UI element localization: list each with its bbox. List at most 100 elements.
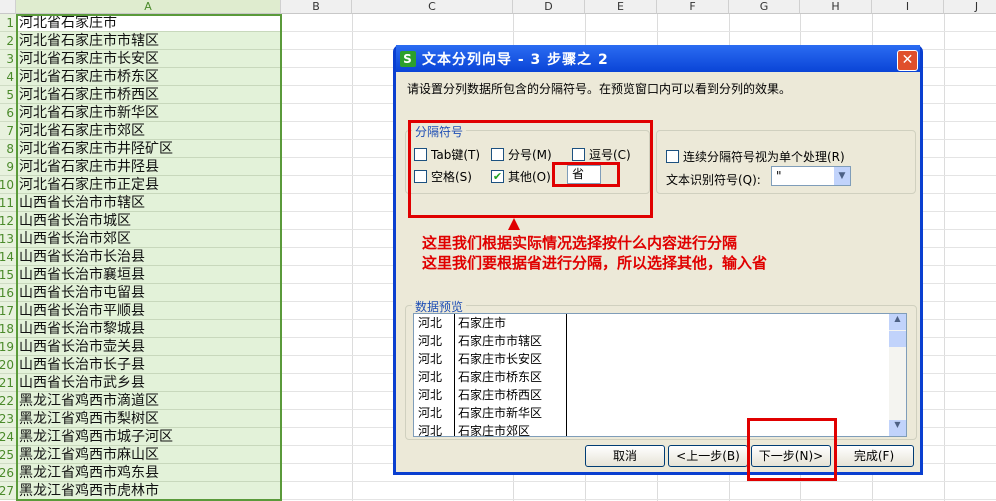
cell[interactable]: 黑龙江省鸡西市麻山区 xyxy=(16,446,281,464)
cell[interactable]: 河北省石家庄市市辖区 xyxy=(16,32,281,50)
row-header[interactable]: 8 xyxy=(0,140,16,158)
cell[interactable]: 黑龙江省鸡西市虎林市 xyxy=(16,482,281,500)
close-button[interactable]: ✕ xyxy=(897,50,918,71)
cell[interactable]: 山西省长治市城区 xyxy=(16,212,281,230)
cell[interactable]: 河北省石家庄市郊区 xyxy=(16,122,281,140)
cell[interactable]: 河北省石家庄市 xyxy=(16,14,281,32)
cell[interactable]: 山西省长治市壶关县 xyxy=(16,338,281,356)
row-header[interactable]: 7 xyxy=(0,122,16,140)
preview-col-2: 石家庄市新华区 xyxy=(458,406,543,420)
app-icon: S xyxy=(400,50,416,67)
cell[interactable]: 山西省长治市襄垣县 xyxy=(16,266,281,284)
cell[interactable]: 河北省石家庄市桥西区 xyxy=(16,86,281,104)
back-button[interactable]: <上一步(B) xyxy=(668,445,748,467)
column-header[interactable]: G xyxy=(729,0,800,14)
cell[interactable]: 河北省石家庄市井陉矿区 xyxy=(16,140,281,158)
preview-row: 河北 石家庄市市辖区 xyxy=(414,332,906,350)
column-header[interactable]: C xyxy=(352,0,513,14)
column-header[interactable]: F xyxy=(657,0,729,14)
row-header[interactable]: 19 xyxy=(0,338,16,356)
annotation-line-1: 这里我们根据实际情况选择按什么内容进行分隔 xyxy=(422,234,738,252)
row-header[interactable]: 5 xyxy=(0,86,16,104)
row-header[interactable]: 22 xyxy=(0,392,16,410)
row-header[interactable]: 15 xyxy=(0,266,16,284)
arrow-up-icon xyxy=(508,218,520,230)
row-header[interactable]: 13 xyxy=(0,230,16,248)
row-header[interactable]: 26 xyxy=(0,464,16,482)
row-header[interactable]: 2 xyxy=(0,32,16,50)
row-header[interactable]: 24 xyxy=(0,428,16,446)
text-to-columns-dialog: S 文本分列向导 - 3 步骤之 2 ✕ 请设置分列数据所包含的分隔符号。在预览… xyxy=(393,45,923,475)
cell[interactable]: 河北省石家庄市新华区 xyxy=(16,104,281,122)
cell[interactable]: 山西省长治市黎城县 xyxy=(16,320,281,338)
row-header[interactable]: 1 xyxy=(0,14,16,32)
qualifier-select[interactable]: " ▼ xyxy=(771,166,851,186)
column-header[interactable]: H xyxy=(800,0,872,14)
cell[interactable]: 黑龙江省鸡西市城子河区 xyxy=(16,428,281,446)
row-header[interactable]: 6 xyxy=(0,104,16,122)
row-header[interactable]: 9 xyxy=(0,158,16,176)
column-header[interactable]: B xyxy=(281,0,352,14)
scroll-thumb[interactable] xyxy=(889,331,906,347)
column-header[interactable]: J xyxy=(944,0,996,14)
finish-button[interactable]: 完成(F) xyxy=(834,445,914,467)
cancel-button[interactable]: 取消 xyxy=(585,445,665,467)
column-header[interactable]: D xyxy=(513,0,585,14)
cell[interactable]: 河北省石家庄市正定县 xyxy=(16,176,281,194)
cell[interactable]: 黑龙江省鸡西市梨树区 xyxy=(16,410,281,428)
cell[interactable]: 山西省长治市长治县 xyxy=(16,248,281,266)
row-header[interactable]: 4 xyxy=(0,68,16,86)
cell[interactable]: 河北省石家庄市长安区 xyxy=(16,50,281,68)
preview-col-1: 河北 xyxy=(418,316,443,330)
preview-col-1: 河北 xyxy=(418,406,443,420)
preview-row: 河北 石家庄市 xyxy=(414,314,906,332)
cell[interactable]: 山西省长治市屯留县 xyxy=(16,284,281,302)
cell[interactable]: 河北省石家庄市井陉县 xyxy=(16,158,281,176)
cell[interactable]: 黑龙江省鸡西市滴道区 xyxy=(16,392,281,410)
row-header[interactable]: 17 xyxy=(0,302,16,320)
column-header[interactable]: I xyxy=(872,0,944,14)
row-header[interactable]: 3 xyxy=(0,50,16,68)
cell[interactable]: 山西省长治市平顺县 xyxy=(16,302,281,320)
preview-col-1: 河北 xyxy=(418,352,443,366)
row-header[interactable]: 23 xyxy=(0,410,16,428)
chevron-down-icon: ▼ xyxy=(834,167,850,185)
preview-col-2: 石家庄市桥东区 xyxy=(458,370,543,384)
row-header[interactable]: 21 xyxy=(0,374,16,392)
qualifier-value: " xyxy=(776,169,782,183)
preview-scrollbar[interactable]: ▲ ▼ xyxy=(889,314,906,436)
row-header[interactable]: 16 xyxy=(0,284,16,302)
preview-row: 河北 石家庄市桥东区 xyxy=(414,368,906,386)
preview-col-1: 河北 xyxy=(418,370,443,384)
preview-col-1: 河北 xyxy=(418,334,443,348)
row-header[interactable]: 25 xyxy=(0,446,16,464)
cell[interactable]: 山西省长治市郊区 xyxy=(16,230,281,248)
dialog-title: 文本分列向导 - 3 步骤之 2 xyxy=(422,51,609,68)
scroll-down-icon[interactable]: ▼ xyxy=(889,420,906,436)
highlight-next-button xyxy=(747,418,837,481)
preview-row: 河北 石家庄市桥西区 xyxy=(414,386,906,404)
highlight-other-input xyxy=(552,162,620,187)
preview-row: 河北 石家庄市长安区 xyxy=(414,350,906,368)
column-header[interactable]: E xyxy=(585,0,657,14)
instruction-text: 请设置分列数据所包含的分隔符号。在预览窗口内可以看到分列的效果。 xyxy=(407,82,792,96)
row-header[interactable]: 20 xyxy=(0,356,16,374)
scroll-up-icon[interactable]: ▲ xyxy=(889,314,906,330)
cell[interactable]: 山西省长治市武乡县 xyxy=(16,374,281,392)
cell[interactable]: 山西省长治市市辖区 xyxy=(16,194,281,212)
row-header[interactable]: 18 xyxy=(0,320,16,338)
cell[interactable]: 山西省长治市长子县 xyxy=(16,356,281,374)
consecutive-checkbox[interactable]: 连续分隔符号视为单个处理(R) xyxy=(666,148,845,165)
cell[interactable]: 河北省石家庄市桥东区 xyxy=(16,68,281,86)
preview-col-2: 石家庄市市辖区 xyxy=(458,334,543,348)
column-header[interactable]: A xyxy=(16,0,281,14)
row-header[interactable]: 10 xyxy=(0,176,16,194)
preview-col-1: 河北 xyxy=(418,388,443,402)
row-header[interactable]: 12 xyxy=(0,212,16,230)
dialog-titlebar: S 文本分列向导 - 3 步骤之 2 xyxy=(396,45,920,72)
cell[interactable]: 黑龙江省鸡西市鸡东县 xyxy=(16,464,281,482)
row-header[interactable]: 27 xyxy=(0,482,16,500)
row-header[interactable]: 11 xyxy=(0,194,16,212)
select-all-corner[interactable] xyxy=(0,0,16,14)
row-header[interactable]: 14 xyxy=(0,248,16,266)
